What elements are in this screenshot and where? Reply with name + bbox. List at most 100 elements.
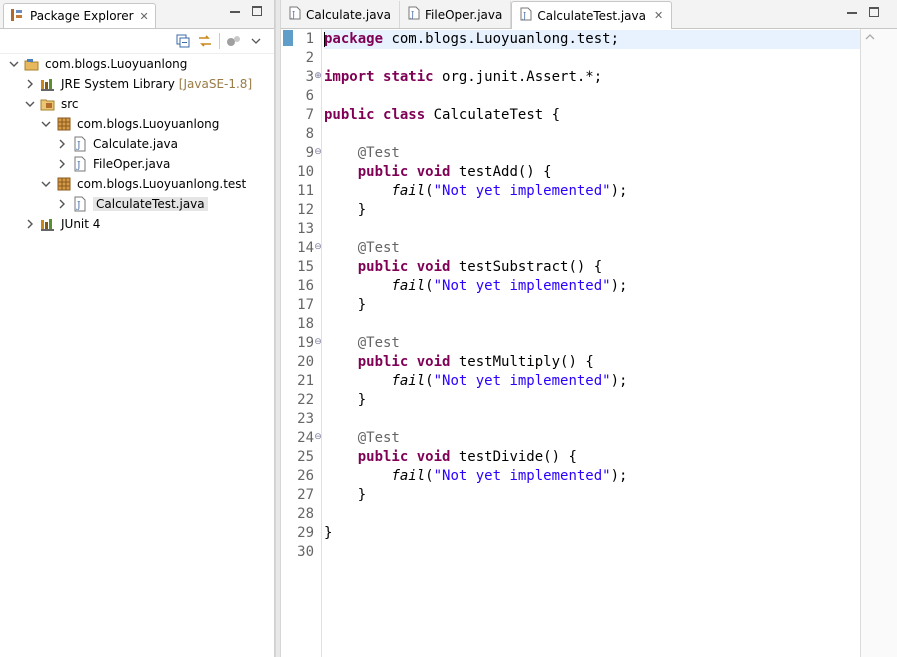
chevron-down-icon[interactable] (8, 58, 20, 70)
package-icon (56, 116, 72, 132)
svg-text:J: J (76, 141, 81, 151)
overview-ruler[interactable] (860, 29, 897, 657)
tree-item[interactable]: com.blogs.Luoyuanlong.test (0, 174, 274, 194)
java-file-icon: J (520, 7, 532, 24)
line-number: 23 (297, 411, 314, 427)
editor-tab[interactable]: J Calculate.java (281, 1, 401, 28)
editor-tab[interactable]: J FileOper.java (400, 1, 512, 28)
view-menu-chevron-down-icon[interactable] (248, 33, 264, 49)
tree-item[interactable]: J Calculate.java (0, 134, 274, 154)
code-line[interactable]: } (324, 296, 860, 315)
chevron-down-icon[interactable] (40, 178, 52, 190)
tree-item[interactable]: JUnit 4 (0, 214, 274, 234)
chevron-down-icon[interactable] (40, 118, 52, 130)
code-line[interactable] (324, 315, 860, 334)
line-number: 27 (297, 487, 314, 503)
tree-item[interactable]: com.blogs.Luoyuanlong (0, 54, 274, 74)
maximize-icon[interactable] (252, 6, 262, 16)
focus-active-task-icon[interactable] (226, 33, 242, 49)
code-token: ); (610, 183, 628, 199)
code-token: class (383, 107, 426, 123)
code-line[interactable]: } (324, 486, 860, 505)
code-line[interactable] (324, 505, 860, 524)
code-editor[interactable]: 1 2 3 ⊕ 6 7 8 9 ⊖ 10 11 12 13 14 ⊖ 15 16 17 18 19 ⊖ 20 21 22 23 2… (281, 29, 897, 657)
editor-maximize-icon[interactable] (869, 7, 879, 17)
tree-item[interactable]: com.blogs.Luoyuanlong (0, 114, 274, 134)
code-line[interactable]: public void testMultiply() { (324, 353, 860, 372)
editor-area: J Calculate.java J FileOper.java J CalculateT… (281, 0, 897, 657)
code-line[interactable]: public class CalculateTest { (324, 106, 860, 125)
java-file-icon: J (72, 156, 88, 172)
tree-item[interactable]: J FileOper.java (0, 154, 274, 174)
code-line[interactable]: @Test (324, 429, 860, 448)
code-line[interactable]: } (324, 201, 860, 220)
tree-item-label: com.blogs.Luoyuanlong (77, 117, 220, 131)
code-line[interactable]: @Test (324, 144, 860, 163)
code-token: CalculateTest { (425, 107, 561, 123)
tree-item[interactable]: J CalculateTest.java (0, 194, 274, 214)
editor-tab[interactable]: J CalculateTest.java ✕ (511, 1, 673, 30)
code-line[interactable]: } (324, 524, 860, 543)
java-file-icon: J (72, 136, 88, 152)
editor-tabbar: J Calculate.java J FileOper.java J CalculateT… (281, 0, 897, 30)
close-view-icon[interactable]: ✕ (140, 11, 149, 22)
code-line[interactable] (324, 49, 860, 68)
current-line-marker (283, 30, 293, 46)
line-number: 26 (297, 468, 314, 484)
chevron-right-icon[interactable] (24, 218, 36, 230)
code-line[interactable]: } (324, 391, 860, 410)
tree-item-label: com.blogs.Luoyuanlong (45, 57, 188, 71)
code-line[interactable]: fail("Not yet implemented"); (324, 277, 860, 296)
code-line[interactable]: public void testAdd() { (324, 163, 860, 182)
package-explorer-title: Package Explorer (30, 9, 134, 23)
code-line[interactable]: fail("Not yet implemented"); (324, 182, 860, 201)
code-line[interactable] (324, 410, 860, 429)
code-token: package (324, 31, 384, 47)
code-line[interactable]: package com.blogs.Luoyuanlong.test; (324, 30, 860, 49)
code-token: import (324, 69, 375, 85)
tree-item[interactable]: JRE System Library [JavaSE-1.8] (0, 74, 274, 94)
chevron-down-icon[interactable] (24, 98, 36, 110)
code-line[interactable]: public void testDivide() { (324, 448, 860, 467)
code-token: public (357, 354, 409, 370)
chevron-right-icon[interactable] (56, 158, 68, 170)
chevron-right-icon[interactable] (56, 138, 68, 150)
collapse-all-icon[interactable] (175, 33, 191, 49)
code-line[interactable]: @Test (324, 239, 860, 258)
code-token: testSubstract() { (450, 259, 603, 275)
code-line[interactable] (324, 220, 860, 239)
library-icon (40, 216, 56, 232)
editor-minimize-icon[interactable] (847, 12, 857, 14)
code-line[interactable]: fail("Not yet implemented"); (324, 467, 860, 486)
line-number: 7 (305, 107, 314, 123)
package-explorer-tab[interactable]: Package Explorer ✕ (3, 3, 156, 28)
tree-item-label: com.blogs.Luoyuanlong.test (77, 177, 247, 191)
code-token: } (324, 202, 367, 218)
link-with-editor-icon[interactable] (197, 33, 213, 49)
code-line[interactable] (324, 87, 860, 106)
svg-text:J: J (76, 161, 81, 171)
line-number: 20 (297, 354, 314, 370)
code-line[interactable]: fail("Not yet implemented"); (324, 372, 860, 391)
svg-text:J: J (410, 10, 414, 19)
code-line[interactable]: import static org.junit.Assert.*; (324, 68, 860, 87)
code-line[interactable] (324, 543, 860, 562)
tree-item-label: JUnit 4 (61, 217, 101, 231)
code-line[interactable] (324, 125, 860, 144)
code-text-area[interactable]: package com.blogs.Luoyuanlong.test; impor… (321, 29, 860, 657)
close-tab-icon[interactable]: ✕ (654, 10, 663, 21)
code-token: void (416, 164, 451, 180)
code-line[interactable]: @Test (324, 334, 860, 353)
chevron-right-icon[interactable] (56, 198, 68, 210)
tree-item[interactable]: src (0, 94, 274, 114)
minimize-icon[interactable] (230, 11, 240, 13)
chevron-right-icon[interactable] (24, 78, 36, 90)
code-line[interactable]: public void testSubstract() { (324, 258, 860, 277)
scroll-up-chevron-icon (865, 34, 875, 40)
code-token: void (416, 449, 451, 465)
